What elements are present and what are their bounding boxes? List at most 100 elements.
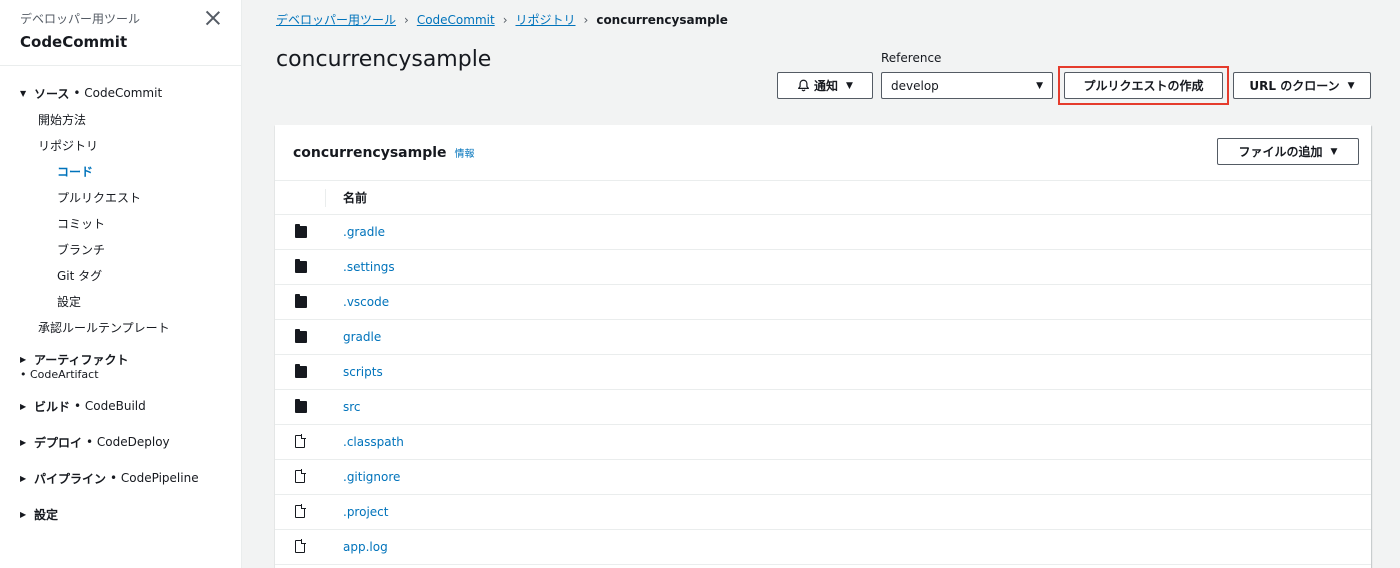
sidebar-section-artifacts[interactable]: ▶ アーティファクト • CodeArtifact [0,350,241,382]
sidebar-section-service: • CodeDeploy [86,435,170,449]
table-row[interactable]: .project [275,495,1371,530]
sidebar-section-service: • CodeCommit [73,86,163,100]
table-header: 名前 [275,181,1371,215]
page-title: concurrencysample [276,47,492,72]
sidebar-section-settings[interactable]: ▶ 設定 [0,501,241,527]
sidebar-item-approval-templates[interactable]: 承認ルールテンプレート [0,314,241,340]
sidebar-header: デベロッパー用ツール CodeCommit [0,0,241,66]
table-row[interactable]: .gradle [275,215,1371,250]
sidebar-item-git-tags[interactable]: Git タグ [0,262,241,288]
file-name-link[interactable]: .gradle [343,225,385,239]
file-icon [295,504,306,518]
sidebar-item-pull-requests[interactable]: プルリクエスト [0,184,241,210]
sidebar-section-label: ビルド [34,399,71,414]
breadcrumb-current: concurrencysample [596,12,728,27]
sidebar-item-repo-settings[interactable]: 設定 [0,288,241,314]
caret-down-icon: ▼ [1330,146,1338,157]
caret-down-icon: ▼ [1036,80,1043,91]
info-link[interactable]: 情報 [455,145,475,160]
file-name-link[interactable]: .vscode [343,295,389,309]
clone-url-button[interactable]: URL のクローン ▼ [1233,72,1371,99]
folder-icon [295,294,307,308]
file-list: .gradle .settings .vscode gradle scripts src.… [275,215,1371,565]
table-row[interactable]: .gitignore [275,460,1371,495]
notify-button[interactable]: 通知 ▼ [777,72,873,99]
table-row[interactable]: .settings [275,250,1371,285]
table-row[interactable]: src [275,390,1371,425]
sidebar-section-label: アーティファクト [34,352,129,367]
create-pull-request-button[interactable]: プルリクエストの作成 [1064,72,1223,99]
reference-select[interactable]: develop ▼ [881,72,1053,99]
table-row[interactable]: .vscode [275,285,1371,320]
sidebar-category: デベロッパー用ツール [20,12,141,26]
main-content: デベロッパー用ツール › CodeCommit › リポジトリ › concur… [242,0,1400,568]
sidebar-item-commits[interactable]: コミット [0,210,241,236]
panel-title: concurrencysample [293,144,447,161]
sidebar-section-source[interactable]: ▼ ソース • CodeCommit [0,80,241,106]
file-name-link[interactable]: src [343,400,361,414]
create-pull-request-label: プルリクエストの作成 [1083,79,1204,93]
chevron-right-icon: › [583,12,589,27]
sidebar-item-repositories[interactable]: リポジトリ [0,132,241,158]
caret-down-icon: ▼ [1347,80,1355,91]
sidebar-section-pipeline[interactable]: ▶ パイプライン • CodePipeline [0,465,241,491]
sidebar-section-build[interactable]: ▶ ビルド • CodeBuild [0,393,241,419]
breadcrumb-developer-tools[interactable]: デベロッパー用ツール [276,11,396,28]
chevron-right-icon: › [404,12,409,27]
file-name-link[interactable]: .project [343,505,388,519]
sidebar-item-code[interactable]: コード [0,158,241,184]
file-name-link[interactable]: scripts [343,365,383,379]
add-file-button[interactable]: ファイルの追加 ▼ [1217,138,1359,165]
bell-icon [798,79,810,92]
close-icon[interactable] [205,10,221,26]
sidebar-section-label: 設定 [34,507,59,522]
sidebar-section-service: • CodePipeline [110,471,199,485]
sidebar-title: CodeCommit [20,33,128,51]
file-name-link[interactable]: .gitignore [343,470,400,484]
repository-panel: concurrencysample 情報 ファイルの追加 ▼ 名前 .gradl… [275,125,1371,568]
folder-icon [295,329,307,343]
sidebar-nav: ▼ ソース • CodeCommit 開始方法 リポジトリ コード プルリクエス… [0,66,241,527]
sidebar: デベロッパー用ツール CodeCommit ▼ ソース • CodeCommit… [0,0,242,568]
add-file-label: ファイルの追加 [1238,145,1323,159]
sidebar-section-label: デプロイ [34,435,83,450]
caret-right-icon: ▶ [20,354,27,364]
table-row[interactable]: scripts [275,355,1371,390]
file-name-link[interactable]: .settings [343,260,395,274]
folder-icon [295,364,307,378]
breadcrumb-repositories[interactable]: リポジトリ [516,11,576,28]
table-row[interactable]: gradle [275,320,1371,355]
file-icon [295,539,306,553]
caret-right-icon: ▶ [20,401,27,411]
chevron-right-icon: › [502,12,508,27]
clone-url-label: URL のクローン [1249,79,1340,93]
table-row[interactable]: app.log [275,530,1371,565]
sidebar-item-getting-started[interactable]: 開始方法 [0,106,241,132]
folder-icon [295,224,307,238]
caret-right-icon: ▶ [20,509,27,519]
caret-down-icon: ▼ [20,88,27,98]
folder-icon [295,399,307,413]
sidebar-section-label: パイプライン [34,471,107,486]
sidebar-section-deploy[interactable]: ▶ デプロイ • CodeDeploy [0,429,241,455]
panel-header: concurrencysample 情報 ファイルの追加 ▼ [275,125,1371,181]
file-name-link[interactable]: app.log [343,540,388,554]
file-name-link[interactable]: .classpath [343,435,404,449]
sidebar-section-label: ソース [34,86,70,101]
caret-right-icon: ▶ [20,473,27,483]
sidebar-item-branches[interactable]: ブランチ [0,236,241,262]
caret-down-icon: ▼ [846,80,853,91]
column-divider [325,189,326,207]
sidebar-section-service: • CodeArtifact [20,368,99,381]
folder-icon [295,259,307,273]
caret-right-icon: ▶ [20,437,27,447]
breadcrumb-codecommit[interactable]: CodeCommit [417,13,495,27]
reference-select-value: develop [891,78,939,93]
column-name-header[interactable]: 名前 [343,189,367,206]
breadcrumb: デベロッパー用ツール › CodeCommit › リポジトリ › concur… [276,11,728,28]
notify-label: 通知 [814,79,839,93]
table-row[interactable]: .classpath [275,425,1371,460]
file-icon [295,469,306,483]
file-name-link[interactable]: gradle [343,330,381,344]
reference-label: Reference [881,51,942,65]
